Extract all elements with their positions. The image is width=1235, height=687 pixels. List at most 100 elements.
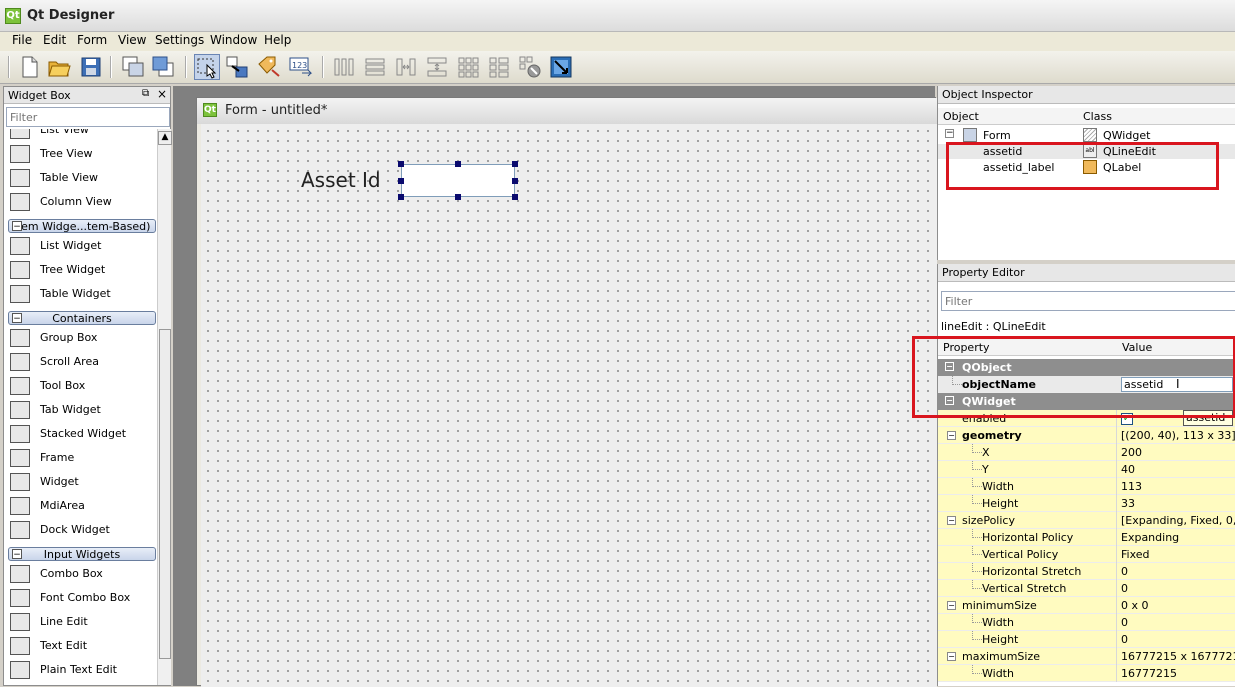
widget-item[interactable]: Tab Widget <box>10 399 156 421</box>
widget-item[interactable]: Scroll Area <box>10 351 156 373</box>
property-value[interactable]: Fixed <box>1121 548 1150 561</box>
widget-item[interactable]: Table Widget <box>10 283 156 305</box>
menu-view[interactable]: View <box>118 33 146 47</box>
widget-item[interactable]: Spin Box <box>10 683 156 685</box>
float-panel-icon[interactable]: ⧉ <box>142 88 149 99</box>
property-row[interactable]: Horizontal Policy Expanding <box>938 529 1235 546</box>
resize-handle[interactable] <box>455 194 461 200</box>
window-titlebar[interactable]: Qt Qt Designer <box>0 0 1235 32</box>
property-row[interactable]: − maximumSize 16777215 x 16777215 <box>938 648 1235 665</box>
widget-item[interactable]: Stacked Widget <box>10 423 156 445</box>
property-row[interactable]: Width 113 <box>938 478 1235 495</box>
new-file-icon[interactable] <box>16 54 42 80</box>
resize-handle[interactable] <box>512 161 518 167</box>
collapse-toggle-icon[interactable]: − <box>947 516 956 525</box>
widget-category-header[interactable]: Input Widgets − <box>8 547 156 561</box>
collapse-toggle-icon[interactable]: − <box>12 221 22 232</box>
bring-to-front-icon[interactable] <box>150 54 176 80</box>
widget-item[interactable]: Line Edit <box>10 611 156 633</box>
object-column-header[interactable]: Object <box>943 110 979 123</box>
resize-handle[interactable] <box>512 194 518 200</box>
menu-file[interactable]: File <box>12 33 32 47</box>
edit-signals-slots-icon[interactable] <box>224 54 250 80</box>
asset-id-line-edit[interactable] <box>401 164 515 197</box>
collapse-toggle-icon[interactable]: − <box>947 652 956 661</box>
layout-horizontally-icon[interactable] <box>331 54 357 80</box>
property-value[interactable]: 16777215 <box>1121 667 1177 680</box>
property-row[interactable]: Width 0 <box>938 614 1235 631</box>
widget-item[interactable]: Frame <box>10 447 156 469</box>
layout-horizontal-splitter-icon[interactable] <box>393 54 419 80</box>
collapse-toggle-icon[interactable]: − <box>12 313 22 324</box>
edit-widgets-icon[interactable] <box>194 54 220 80</box>
widget-item[interactable]: Table View <box>10 167 156 189</box>
collapse-toggle-icon[interactable]: − <box>945 129 954 138</box>
widget-item[interactable]: Tree Widget <box>10 259 156 281</box>
property-row[interactable]: − geometry [(200, 40), 113 x 33] <box>938 427 1235 444</box>
property-row[interactable]: Horizontal Stretch 0 <box>938 563 1235 580</box>
break-layout-icon[interactable] <box>517 54 543 80</box>
form-canvas[interactable]: Asset Id <box>201 124 937 687</box>
menu-help[interactable]: Help <box>264 33 291 47</box>
collapse-toggle-icon[interactable]: − <box>947 431 956 440</box>
property-value[interactable]: 113 <box>1121 480 1142 493</box>
property-row[interactable]: Width 16777215 <box>938 665 1235 682</box>
widget-item[interactable]: Tree View <box>10 143 156 165</box>
scrollbar-thumb[interactable] <box>159 329 171 659</box>
property-value[interactable]: 33 <box>1121 497 1135 510</box>
widget-item[interactable]: Widget <box>10 471 156 493</box>
resize-handle[interactable] <box>512 178 518 184</box>
resize-handle[interactable] <box>398 178 404 184</box>
widget-item[interactable]: Tool Box <box>10 375 156 397</box>
property-value[interactable]: 0 <box>1121 582 1128 595</box>
scroll-up-arrow-icon[interactable]: ▲ <box>158 131 172 145</box>
menu-settings[interactable]: Settings <box>155 33 204 47</box>
property-row[interactable]: −sizePolicy [Expanding, Fixed, 0, 0] <box>938 512 1235 529</box>
property-row[interactable]: X 200 <box>938 444 1235 461</box>
resize-handle[interactable] <box>398 194 404 200</box>
widget-box-scrollbar[interactable]: ▲ <box>157 129 172 685</box>
open-folder-icon[interactable] <box>46 54 72 80</box>
close-icon[interactable]: × <box>157 87 167 101</box>
property-value[interactable]: 200 <box>1121 446 1142 459</box>
property-row[interactable]: Y 40 <box>938 461 1235 478</box>
save-icon[interactable] <box>78 54 104 80</box>
layout-form-icon[interactable] <box>486 54 512 80</box>
resize-handle[interactable] <box>455 161 461 167</box>
collapse-toggle-icon[interactable]: − <box>947 601 956 610</box>
property-value[interactable]: 0 <box>1121 633 1128 646</box>
widget-item[interactable]: Column View <box>10 191 156 213</box>
widget-category-header[interactable]: Containers − <box>8 311 156 325</box>
widget-item[interactable]: Text Edit <box>10 635 156 657</box>
property-value[interactable]: [Expanding, Fixed, 0, 0] <box>1121 514 1235 527</box>
property-row[interactable]: Height 0 <box>938 631 1235 648</box>
property-row[interactable]: Vertical Policy Fixed <box>938 546 1235 563</box>
asset-id-label[interactable]: Asset Id <box>301 168 381 192</box>
property-row[interactable]: − minimumSize 0 x 0 <box>938 597 1235 614</box>
property-value[interactable]: Expanding <box>1121 531 1179 544</box>
widget-category-header[interactable]: Item Widge...tem-Based) − <box>8 219 156 233</box>
collapse-toggle-icon[interactable]: − <box>12 549 22 560</box>
widget-item[interactable]: Combo Box <box>10 563 156 585</box>
send-to-back-icon[interactable] <box>120 54 146 80</box>
property-row[interactable]: Vertical Stretch 0 <box>938 580 1235 597</box>
widget-item[interactable]: List View <box>10 129 156 141</box>
widget-item[interactable]: Dock Widget <box>10 519 156 541</box>
layout-vertically-icon[interactable] <box>362 54 388 80</box>
property-value[interactable]: 40 <box>1121 463 1135 476</box>
edit-buddies-icon[interactable] <box>256 54 282 80</box>
class-column-header[interactable]: Class <box>1083 110 1112 123</box>
widget-item[interactable]: Plain Text Edit <box>10 659 156 681</box>
resize-handle[interactable] <box>398 161 404 167</box>
property-value[interactable]: 16777215 x 16777215 <box>1121 650 1235 663</box>
widget-filter-input[interactable] <box>6 107 170 127</box>
property-value[interactable]: 0 x 0 <box>1121 599 1149 612</box>
form-window[interactable]: Qt Form - untitled* Asset Id <box>196 97 937 687</box>
layout-vertical-splitter-icon[interactable] <box>424 54 450 80</box>
menu-edit[interactable]: Edit <box>43 33 66 47</box>
widget-item[interactable]: List Widget <box>10 235 156 257</box>
form-titlebar[interactable]: Qt Form - untitled* <box>197 98 937 124</box>
edit-tab-order-icon[interactable]: 123 <box>288 54 314 80</box>
widget-item[interactable]: Group Box <box>10 327 156 349</box>
adjust-size-icon[interactable] <box>548 54 574 80</box>
